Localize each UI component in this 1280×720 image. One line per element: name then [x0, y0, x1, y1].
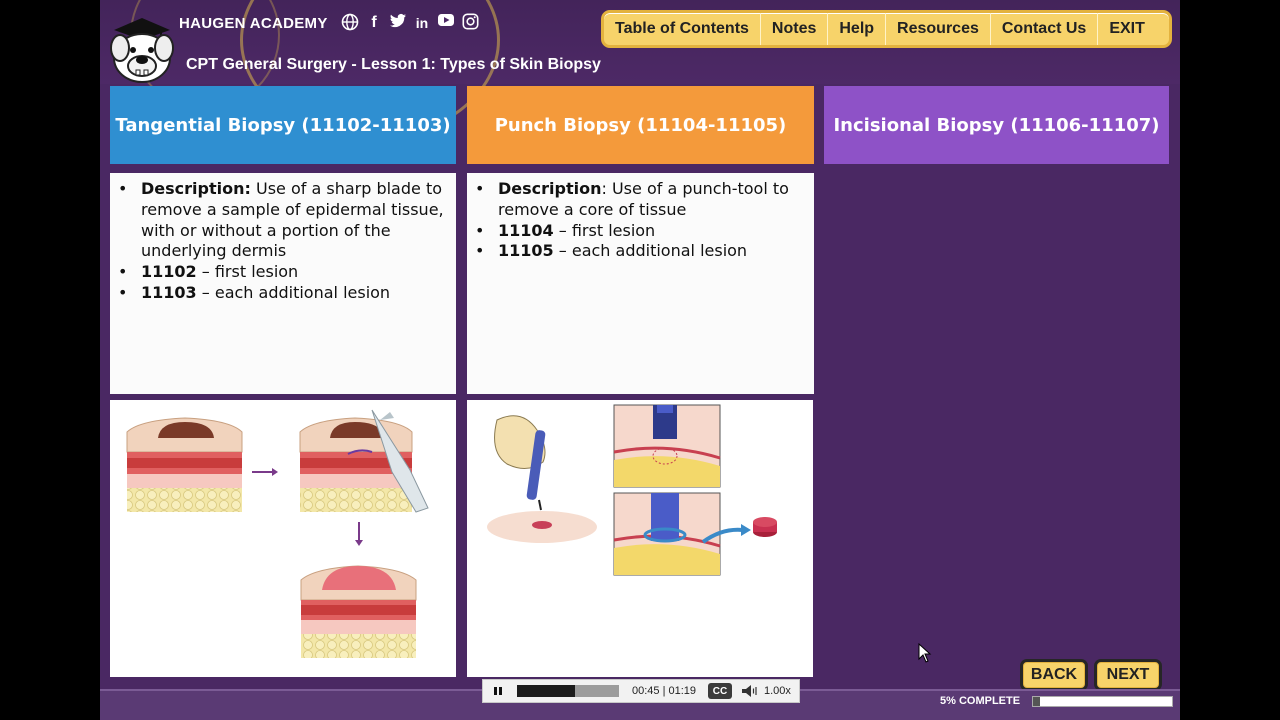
list-item: Description: Use of a sharp blade to rem… [118, 179, 446, 262]
skin-surface [487, 511, 597, 543]
lesson-title: CPT General Surgery - Lesson 1: Types of… [186, 56, 601, 73]
description-label: Description [498, 179, 602, 198]
arrow-icon [355, 522, 363, 546]
tangential-biopsy-illustration [110, 400, 456, 677]
playback-time: 00:45 | 01:19 [632, 685, 697, 697]
cpt-code: 11104 [498, 220, 554, 240]
back-button[interactable]: BACK [1020, 659, 1088, 691]
media-player: 00:45 | 01:19 CC 1.00x [482, 679, 800, 703]
skin-block-before [126, 417, 243, 512]
arrow-icon [252, 468, 278, 476]
playback-speed[interactable]: 1.00x [764, 685, 791, 697]
lesson-stage: HAUGEN ACADEMY f in CPT General Surgery … [100, 0, 1180, 720]
nav-help[interactable]: Help [828, 13, 887, 45]
nav-contact-us[interactable]: Contact Us [991, 13, 1099, 45]
tangential-description-box: Description: Use of a sharp blade to rem… [110, 173, 456, 394]
tangential-biopsy-header[interactable]: Tangential Biopsy (11102-11103) [110, 86, 456, 164]
list-item: Description: Use of a punch-tool to remo… [475, 179, 804, 221]
code-description: – each additional lesion [196, 282, 391, 302]
progress-bar-fill [1033, 697, 1040, 706]
linkedin-icon[interactable]: in [413, 13, 431, 33]
facebook-icon[interactable]: f [365, 13, 383, 33]
skin-block-after [300, 565, 417, 658]
skin-block-shaving [299, 409, 429, 513]
punch-biopsy-illustration [467, 400, 813, 677]
twitter-icon[interactable] [389, 13, 407, 33]
top-nav: Table of Contents Notes Help Resources C… [601, 10, 1172, 48]
list-item: 11103 – each additional lesion [118, 283, 446, 304]
seek-bar-played [517, 685, 576, 697]
punch-biopsy-header[interactable]: Punch Biopsy (11104-11105) [467, 86, 814, 164]
closed-captions-button[interactable]: CC [708, 683, 732, 699]
next-button[interactable]: NEXT [1094, 659, 1162, 691]
description-label: Description: [141, 179, 251, 198]
slide-navigation: BACK NEXT [1020, 659, 1162, 691]
code-description: – first lesion [553, 220, 656, 240]
nav-table-of-contents[interactable]: Table of Contents [604, 13, 761, 45]
seek-bar[interactable] [517, 685, 619, 697]
mouse-cursor-icon [918, 643, 932, 663]
list-item: 11102 – first lesion [118, 262, 446, 283]
punch-cross-section-top [613, 404, 721, 488]
list-item: 11104 – first lesion [475, 221, 804, 242]
pause-button[interactable] [483, 680, 513, 702]
cpt-code: 11105 [498, 241, 554, 261]
volume-icon[interactable] [740, 683, 760, 699]
pause-icon [494, 687, 502, 695]
brand-name: HAUGEN ACADEMY [179, 15, 328, 32]
nav-notes[interactable]: Notes [761, 13, 829, 45]
punch-cross-section-bottom [613, 492, 721, 576]
tissue-core [753, 517, 777, 537]
punch-description-box: Description: Use of a punch-tool to remo… [467, 173, 814, 394]
social-links: f in [341, 13, 479, 33]
code-description: – first lesion [196, 262, 299, 282]
youtube-icon[interactable] [437, 13, 455, 33]
progress-bar [1032, 696, 1173, 707]
incisional-biopsy-header[interactable]: Incisional Biopsy (11106-11107) [824, 86, 1169, 164]
cpt-code: 11103 [141, 282, 197, 302]
cpt-code: 11102 [141, 262, 197, 282]
progress-label: 5% COMPLETE [940, 695, 1021, 707]
nav-exit[interactable]: EXIT [1098, 13, 1156, 45]
instagram-icon[interactable] [461, 13, 479, 33]
list-item: 11105 – each additional lesion [475, 241, 804, 262]
nav-resources[interactable]: Resources [886, 13, 991, 45]
hand-with-punch-tool [494, 415, 546, 511]
globe-icon[interactable] [341, 13, 359, 33]
header: HAUGEN ACADEMY f in CPT General Surgery … [100, 0, 1180, 140]
code-description: – each additional lesion [553, 241, 748, 261]
bulldog-logo [110, 18, 174, 83]
